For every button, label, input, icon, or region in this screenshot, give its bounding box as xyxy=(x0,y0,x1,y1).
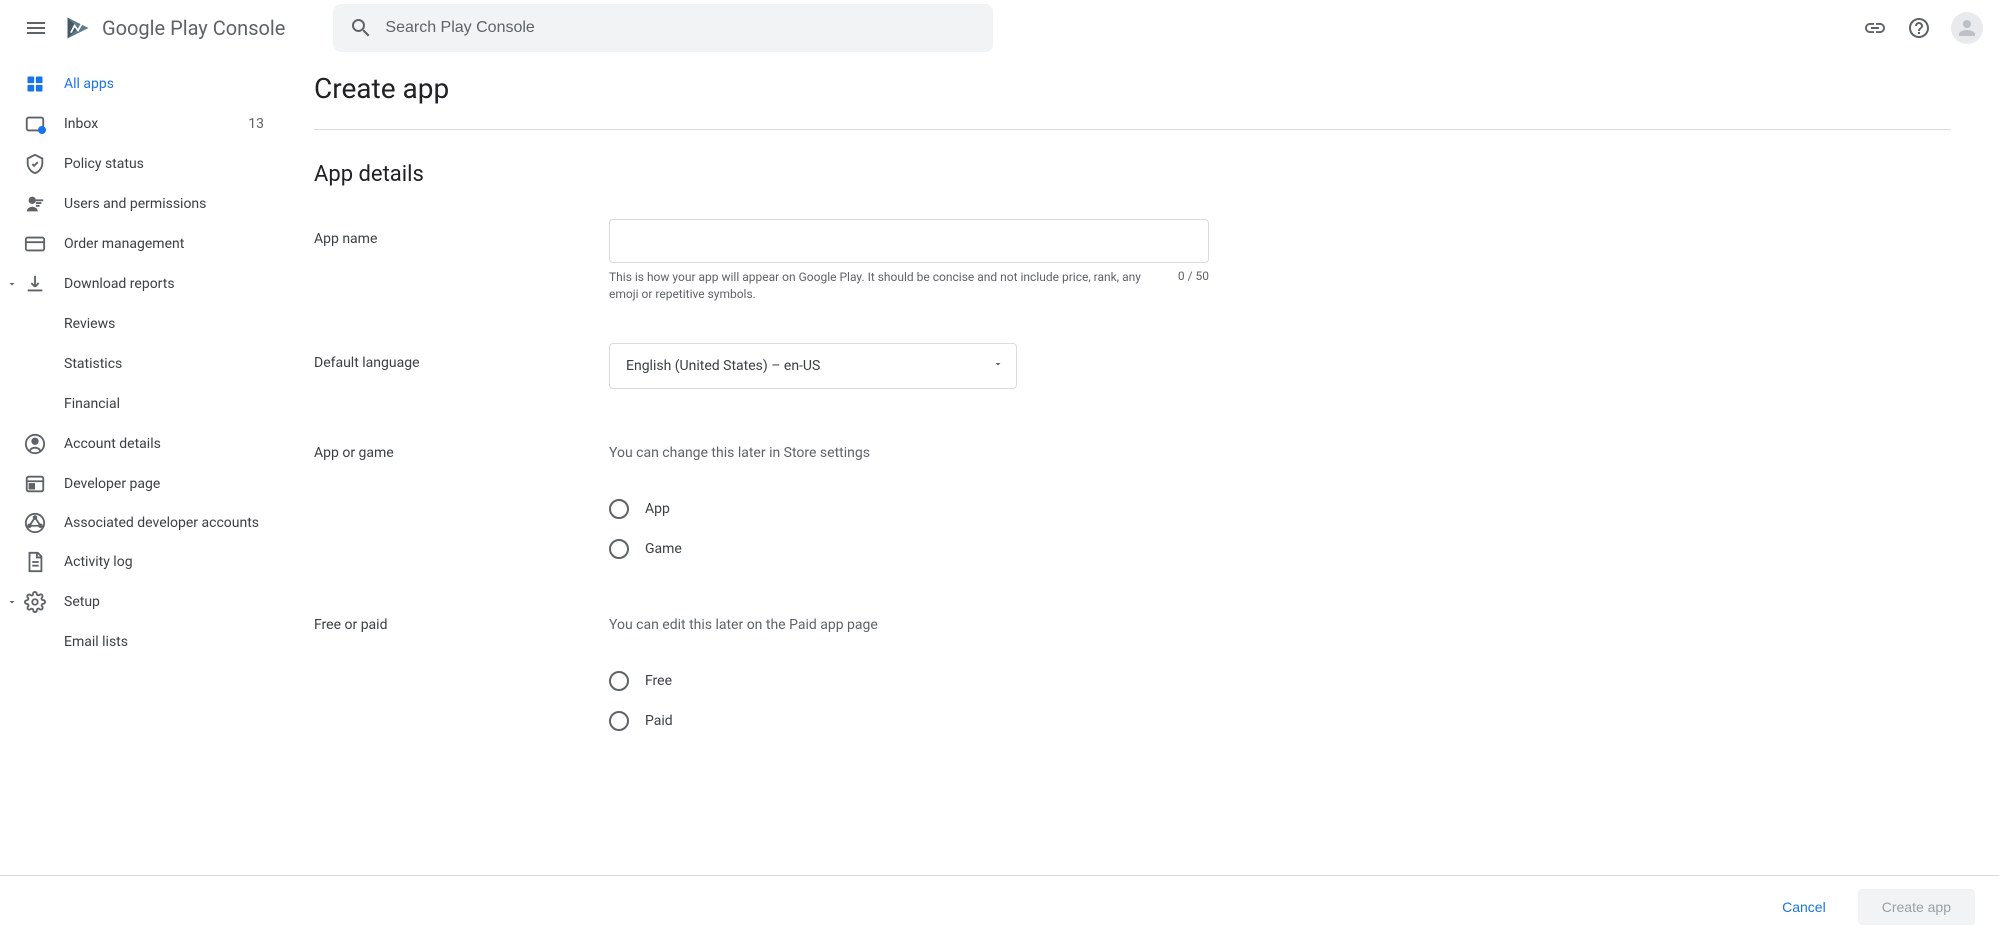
app-name-char-count: 0 / 50 xyxy=(1178,269,1209,303)
sidebar-item-inbox[interactable]: Inbox 13 xyxy=(0,104,280,144)
create-app-button[interactable]: Create app xyxy=(1858,889,1975,925)
link-button[interactable] xyxy=(1855,8,1895,48)
apps-icon xyxy=(25,74,45,94)
chevron-down-icon xyxy=(2,274,22,294)
sidebar-label: Developer page xyxy=(64,476,264,492)
sidebar-item-activity-log[interactable]: Activity log xyxy=(0,542,280,582)
sidebar-sublabel: Statistics xyxy=(64,356,122,372)
app-name-label: App name xyxy=(314,219,609,303)
sidebar-subitem-statistics[interactable]: Statistics xyxy=(0,344,280,384)
default-language-label: Default language xyxy=(314,343,609,389)
footer: Cancel Create app xyxy=(0,875,1999,937)
help-icon xyxy=(1907,16,1931,40)
help-button[interactable] xyxy=(1899,8,1939,48)
download-icon xyxy=(24,273,46,295)
sidebar-item-associated-accounts[interactable]: Associated developer accounts xyxy=(0,504,280,542)
app-name-helper: This is how your app will appear on Goog… xyxy=(609,269,1178,303)
free-or-paid-info: You can edit this later on the Paid app … xyxy=(609,617,1209,633)
radio-label: Paid xyxy=(645,713,673,729)
radio-label: Game xyxy=(645,541,682,557)
radio-game[interactable]: Game xyxy=(609,529,1209,569)
search-input[interactable] xyxy=(385,19,977,37)
logo-text: Google Play Console xyxy=(102,16,285,40)
radio-label: App xyxy=(645,501,670,517)
chevron-down-icon xyxy=(2,592,22,612)
sidebar-label: Policy status xyxy=(64,156,264,172)
sidebar-label: Inbox xyxy=(64,116,248,132)
shield-icon xyxy=(24,153,46,175)
logo[interactable]: Google Play Console xyxy=(64,14,285,42)
document-icon xyxy=(24,551,46,573)
sidebar-item-setup[interactable]: Setup xyxy=(0,582,280,622)
sidebar-label: Order management xyxy=(64,236,264,252)
radio-paid[interactable]: Paid xyxy=(609,701,1209,741)
network-icon xyxy=(24,512,46,534)
sidebar-label: Setup xyxy=(64,594,264,610)
radio-icon xyxy=(609,499,629,519)
gear-icon xyxy=(24,591,46,613)
person-icon xyxy=(1955,16,1979,40)
sidebar-subitem-email-lists[interactable]: Email lists xyxy=(0,622,280,662)
sidebar-label: Users and permissions xyxy=(64,196,264,212)
content: Create app App details App name This is … xyxy=(280,56,1999,874)
inbox-badge: 13 xyxy=(248,116,264,132)
free-or-paid-label: Free or paid xyxy=(314,617,609,741)
divider xyxy=(314,129,1951,130)
sidebar-label: Download reports xyxy=(64,276,264,292)
header: Google Play Console xyxy=(0,0,1999,56)
sidebar-label: Associated developer accounts xyxy=(64,514,264,532)
account-icon xyxy=(24,433,46,455)
avatar[interactable] xyxy=(1951,12,1983,44)
radio-free[interactable]: Free xyxy=(609,661,1209,701)
sidebar-item-policy-status[interactable]: Policy status xyxy=(0,144,280,184)
radio-icon xyxy=(609,671,629,691)
sidebar-sublabel: Financial xyxy=(64,396,120,412)
sidebar-subitem-reviews[interactable]: Reviews xyxy=(0,304,280,344)
radio-icon xyxy=(609,711,629,731)
app-or-game-info: You can change this later in Store setti… xyxy=(609,445,1209,461)
app-or-game-label: App or game xyxy=(314,445,609,569)
page-icon xyxy=(24,473,46,495)
sidebar-sublabel: Reviews xyxy=(64,316,115,332)
radio-app[interactable]: App xyxy=(609,489,1209,529)
users-icon xyxy=(24,193,46,215)
sidebar-label: Activity log xyxy=(64,554,264,570)
search-icon xyxy=(349,16,373,40)
menu-button[interactable] xyxy=(16,8,56,48)
sidebar-subitem-financial[interactable]: Financial xyxy=(0,384,280,424)
sidebar-item-all-apps[interactable]: All apps xyxy=(0,64,280,104)
hamburger-icon xyxy=(24,16,48,40)
sidebar: All apps Inbox 13 Policy status Users an… xyxy=(0,56,280,874)
sidebar-item-developer-page[interactable]: Developer page xyxy=(0,464,280,504)
inbox-dot-icon xyxy=(38,126,46,134)
search-box[interactable] xyxy=(333,4,993,52)
radio-label: Free xyxy=(645,673,672,689)
cancel-button[interactable]: Cancel xyxy=(1758,889,1850,925)
sidebar-item-users[interactable]: Users and permissions xyxy=(0,184,280,224)
sidebar-item-download-reports[interactable]: Download reports xyxy=(0,264,280,304)
default-language-select[interactable]: English (United States) – en-US xyxy=(609,343,1017,389)
sidebar-label: Account details xyxy=(64,436,264,452)
section-title: App details xyxy=(314,162,1951,187)
dropdown-icon xyxy=(992,358,1004,374)
link-icon xyxy=(1863,16,1887,40)
sidebar-item-account-details[interactable]: Account details xyxy=(0,424,280,464)
sidebar-sublabel: Email lists xyxy=(64,634,128,650)
sidebar-label: All apps xyxy=(64,76,264,92)
card-icon xyxy=(24,233,46,255)
sidebar-item-order-management[interactable]: Order management xyxy=(0,224,280,264)
page-title: Create app xyxy=(314,72,1951,105)
app-name-input[interactable] xyxy=(609,219,1209,263)
radio-icon xyxy=(609,539,629,559)
play-console-logo-icon xyxy=(64,14,92,42)
select-value: English (United States) – en-US xyxy=(626,358,992,374)
